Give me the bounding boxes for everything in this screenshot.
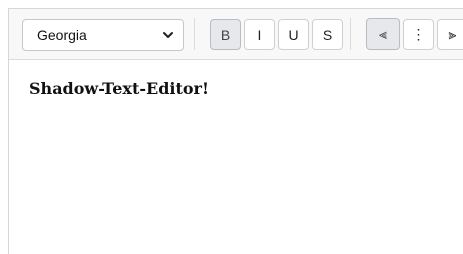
editor-content[interactable]: Shadow-Text-Editor! (29, 79, 463, 98)
align-center-button[interactable]: ⋮ (403, 19, 434, 50)
toolbar: Georgia B I U S ⫷ ⋮ ⫸ (9, 9, 463, 60)
font-family-value: Georgia (37, 27, 87, 43)
strikethrough-button[interactable]: S (312, 19, 343, 50)
align-left-button[interactable]: ⫷ (366, 18, 400, 50)
italic-button[interactable]: I (244, 19, 275, 50)
editor-text: Shadow-Text-Editor! (29, 79, 209, 98)
toolbar-separator (194, 18, 195, 50)
editor-frame: Georgia B I U S ⫷ ⋮ ⫸ Shadow-Text-Editor… (8, 8, 463, 254)
underline-label: U (288, 26, 299, 43)
toolbar-separator (350, 18, 351, 50)
bold-label: B (220, 26, 231, 43)
underline-button[interactable]: U (278, 19, 309, 50)
strikethrough-label: S (322, 26, 333, 43)
italic-label: I (257, 26, 262, 43)
align-center-icon: ⋮ (411, 26, 426, 42)
align-right-icon: ⫸ (448, 26, 457, 42)
font-family-select[interactable]: Georgia (22, 19, 184, 51)
bold-button[interactable]: B (210, 19, 241, 50)
align-left-icon: ⫷ (379, 25, 387, 42)
chevron-down-icon (163, 32, 173, 38)
align-right-button[interactable]: ⫸ (437, 19, 463, 50)
